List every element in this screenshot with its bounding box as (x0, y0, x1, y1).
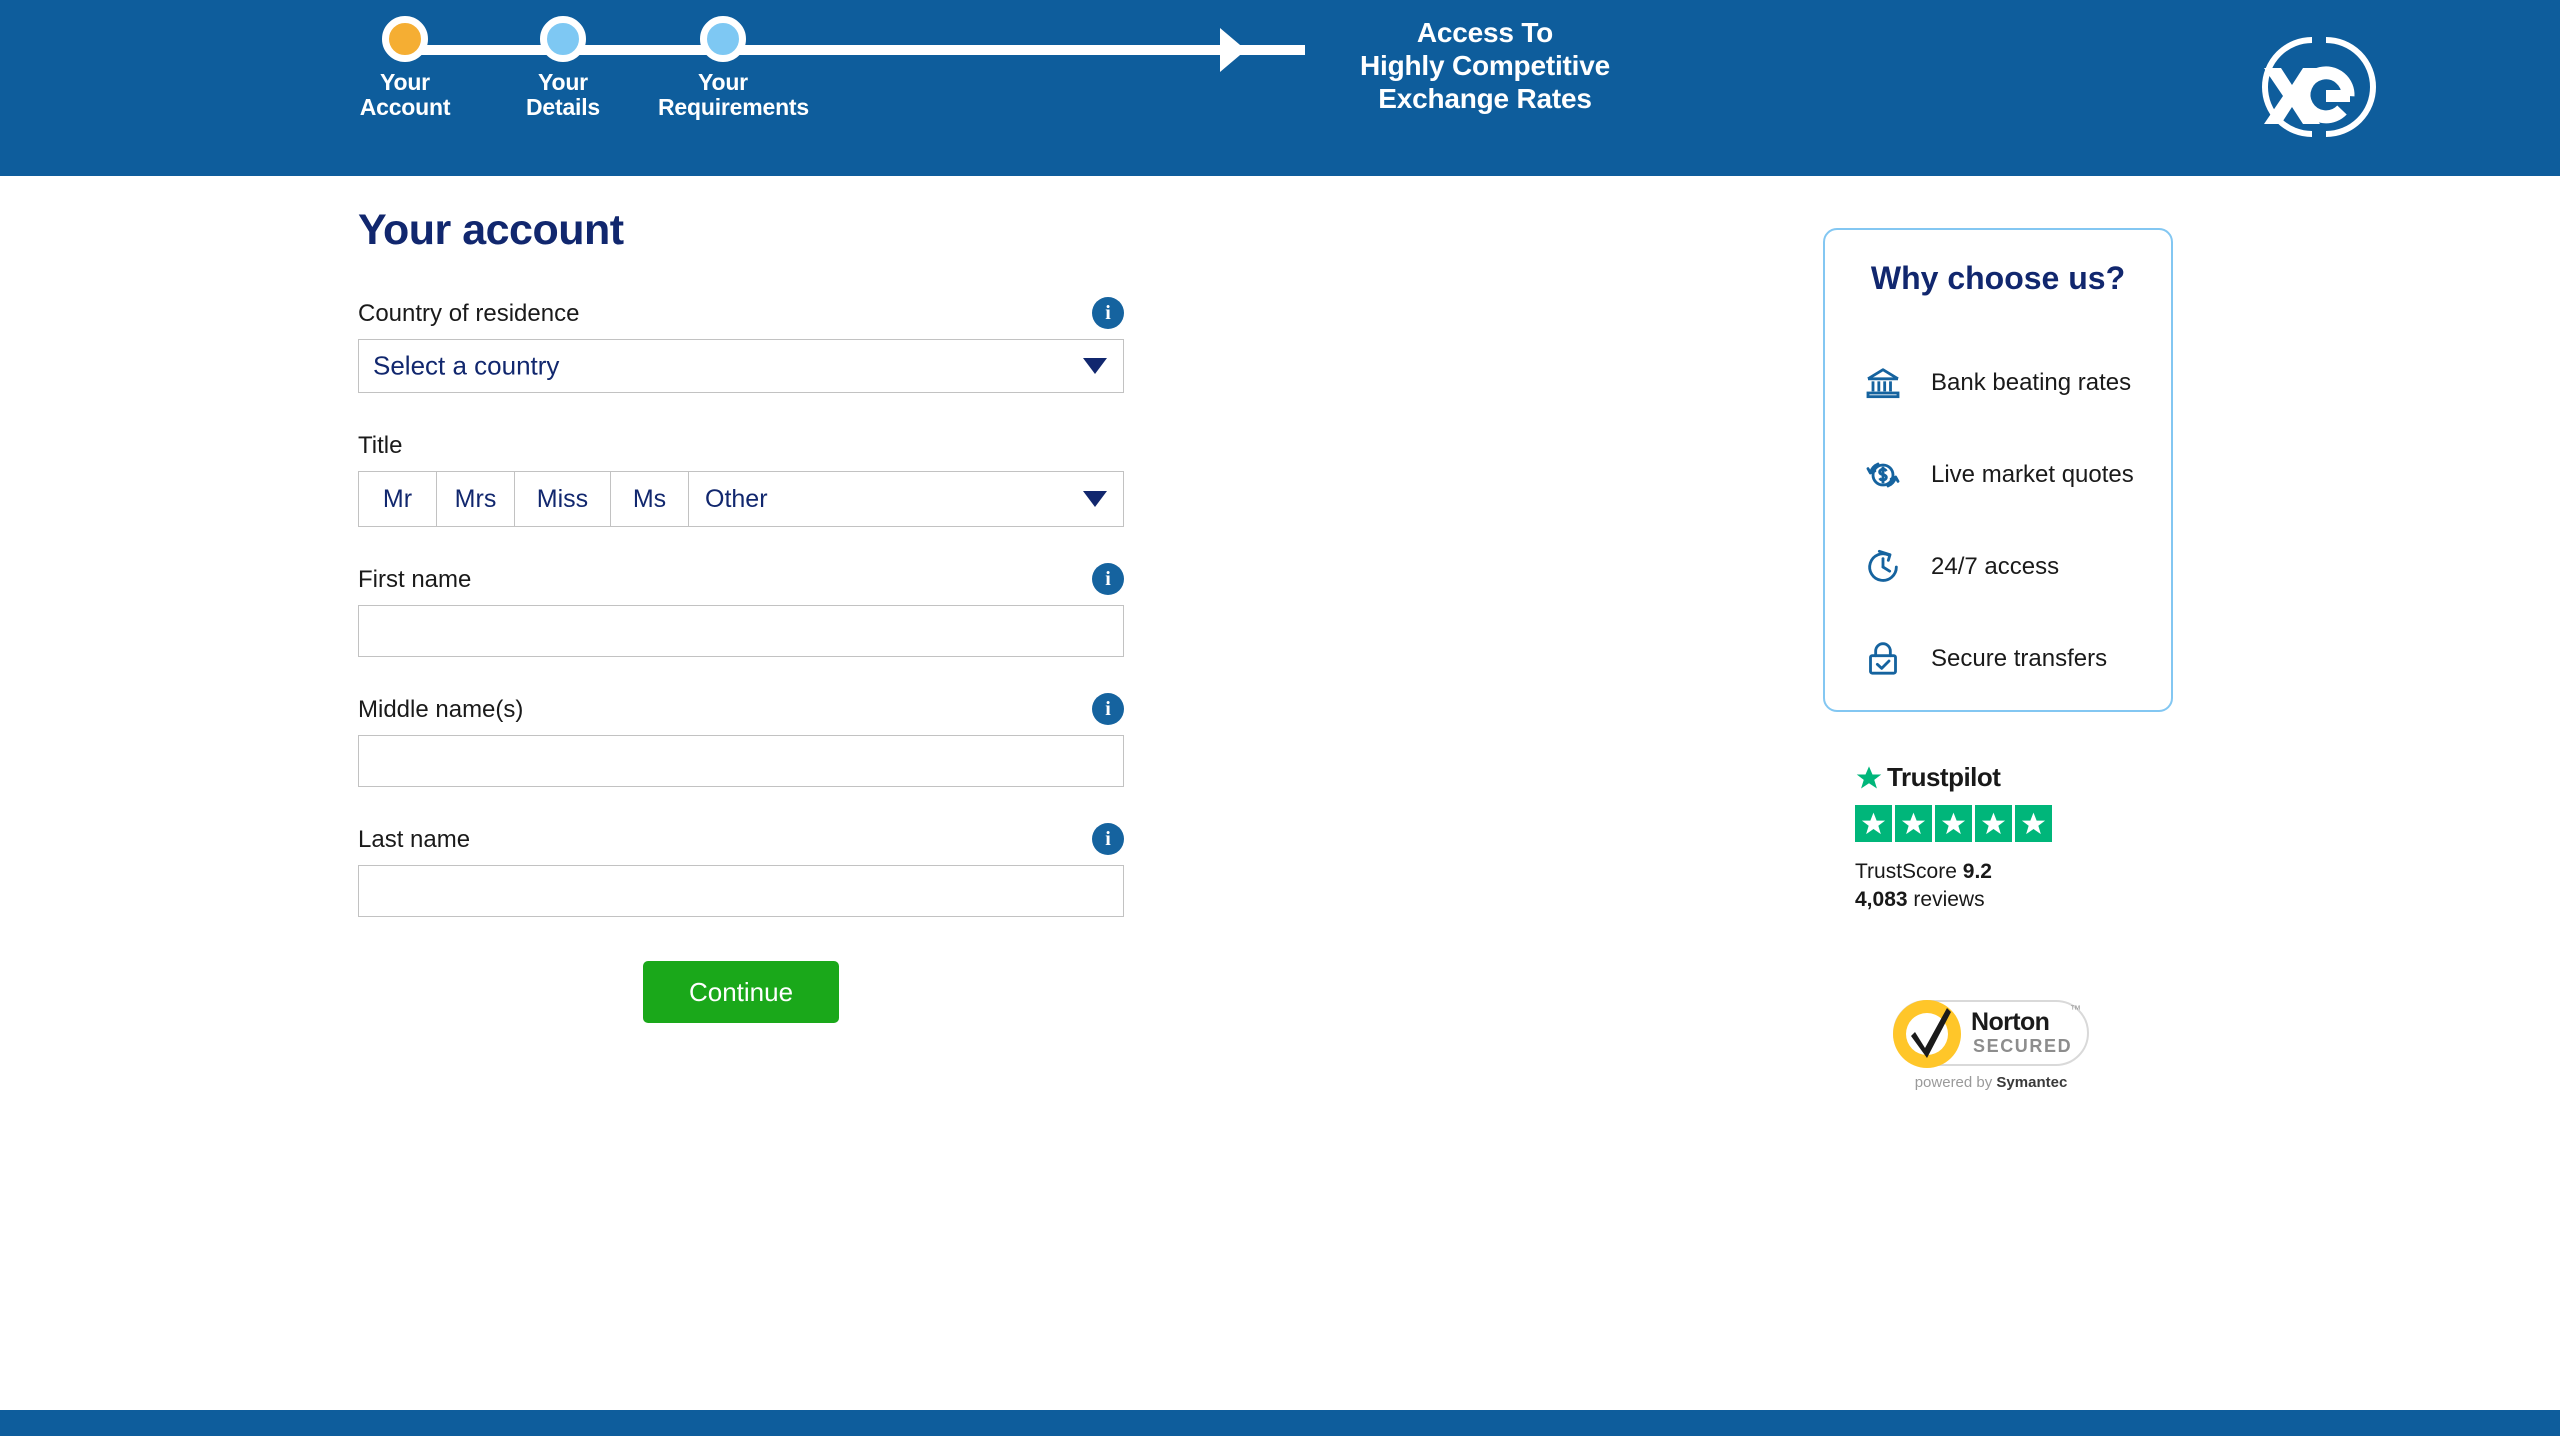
why-item-label: Live market quotes (1931, 461, 2134, 488)
step-label-account: Your Account (340, 70, 470, 120)
step-your-account[interactable]: Your Account (340, 16, 470, 120)
trustpilot-widget[interactable]: Trustpilot TrustScore 9.2 4,083 reviews (1855, 762, 2155, 914)
account-form: Your account Country of residence i Sele… (358, 206, 1124, 1023)
info-icon[interactable]: i (1092, 563, 1124, 595)
trustpilot-brand-name: Trustpilot (1887, 762, 2001, 792)
trustscore-label: TrustScore (1855, 860, 1957, 883)
trustpilot-score-line: TrustScore 9.2 (1855, 858, 2155, 886)
chevron-down-icon (1083, 358, 1107, 374)
step-label-line2: Requirements (658, 94, 809, 120)
title-option-group: Mr Mrs Miss Ms Other (358, 471, 1124, 527)
norton-powered-by: powered by Symantec (1893, 1074, 2089, 1091)
page-footer (0, 1410, 2560, 1436)
step-label-line1: Your (698, 69, 748, 95)
why-item-secure-transfers: Secure transfers (1825, 613, 2171, 705)
why-choose-us-title: Why choose us? (1870, 260, 2126, 296)
norton-secured-badge[interactable]: Norton SECURED ™ powered by Symantec (1893, 1000, 2113, 1091)
step-label-details: Your Details (498, 70, 628, 120)
chevron-down-icon (1083, 491, 1107, 507)
clock-icon (1861, 545, 1905, 589)
star-icon (1975, 805, 2012, 842)
field-middle-name: Middle name(s) i (358, 693, 1124, 787)
step-label-line2: Account (359, 94, 451, 120)
last-name-label: Last name (358, 826, 471, 853)
step-your-details[interactable]: Your Details (498, 16, 628, 120)
step-label-line1: Your (538, 69, 588, 95)
step-your-requirements[interactable]: Your Requirements (658, 16, 809, 120)
middle-name-input[interactable] (358, 735, 1124, 787)
why-item-live-market-quotes: Live market quotes (1825, 429, 2171, 521)
norton-wordmark: Norton (1971, 1008, 2050, 1036)
header-tagline: Access To Highly Competitive Exchange Ra… (1255, 16, 1715, 115)
why-item-label: 24/7 access (1931, 553, 2060, 580)
trustpilot-stars (1855, 805, 2155, 842)
info-icon[interactable]: i (1092, 297, 1124, 329)
sidebar: Why choose us? Bank beating rates Live m… (1823, 228, 2173, 712)
live-quotes-icon (1861, 453, 1905, 497)
star-icon (2015, 805, 2052, 842)
title-option-mrs[interactable]: Mrs (437, 472, 515, 526)
title-option-other-label: Other (705, 484, 768, 513)
powered-by-prefix: powered by (1914, 1074, 1997, 1091)
info-icon[interactable]: i (1092, 693, 1124, 725)
tagline-line3: Exchange Rates (1378, 83, 1592, 114)
why-item-bank-beating-rates: Bank beating rates (1825, 337, 2171, 429)
why-item-label: Bank beating rates (1931, 369, 2132, 396)
trademark-symbol: ™ (2070, 1004, 2081, 1016)
reviews-label: reviews (1913, 888, 1985, 911)
title-label: Title (358, 432, 403, 459)
country-label: Country of residence (358, 300, 580, 327)
title-option-other-select[interactable]: Other (689, 472, 1123, 526)
xe-logo[interactable] (2252, 30, 2382, 145)
symantec-brand: Symantec (1996, 1074, 2068, 1091)
title-option-miss[interactable]: Miss (515, 472, 611, 526)
country-select[interactable]: Select a country (358, 339, 1124, 393)
last-name-input[interactable] (358, 865, 1124, 917)
title-option-mr[interactable]: Mr (359, 472, 437, 526)
field-country-of-residence: Country of residence i Select a country (358, 297, 1124, 393)
first-name-input[interactable] (358, 605, 1124, 657)
why-item-24-7-access: 24/7 access (1825, 521, 2171, 613)
info-icon[interactable]: i (1092, 823, 1124, 855)
step-label-requirements: Your Requirements (658, 69, 809, 120)
trustpilot-star-icon (1856, 765, 1882, 788)
country-select-value: Select a country (373, 350, 560, 381)
star-icon (1855, 805, 1892, 842)
continue-button[interactable]: Continue (643, 961, 839, 1023)
page-header: Your Account Your Details Your Requireme… (0, 0, 2560, 176)
field-last-name: Last name i (358, 823, 1124, 917)
title-option-ms[interactable]: Ms (611, 472, 689, 526)
trustpilot-brand: Trustpilot (1855, 762, 2155, 793)
trustscore-value: 9.2 (1962, 860, 1992, 883)
field-first-name: First name i (358, 563, 1124, 657)
field-title: Title Mr Mrs Miss Ms Other (358, 431, 1124, 527)
middle-name-label: Middle name(s) (358, 696, 524, 723)
step-dot-active-icon (382, 16, 428, 62)
tagline-line2: Highly Competitive (1360, 50, 1610, 81)
reviews-count: 4,083 (1855, 888, 1908, 911)
star-icon (1935, 805, 1972, 842)
page-title: Your account (358, 206, 624, 254)
bank-icon (1861, 361, 1905, 405)
norton-badge-pill: Norton SECURED ™ (1893, 1000, 2089, 1068)
progress-stepper: Your Account Your Details Your Requireme… (340, 0, 1305, 176)
star-icon (1895, 805, 1932, 842)
lock-check-icon (1861, 637, 1905, 681)
step-label-line2: Details (525, 94, 601, 120)
step-label-line1: Your (380, 69, 430, 95)
submit-row: Continue (358, 961, 1124, 1023)
first-name-label: First name (358, 566, 472, 593)
norton-secured-text: SECURED (1973, 1036, 2073, 1056)
step-dot-icon (540, 16, 586, 62)
stepper-arrow-icon (1220, 28, 1246, 72)
why-item-label: Secure transfers (1931, 645, 2108, 672)
why-choose-us-card: Why choose us? Bank beating rates Live m… (1823, 228, 2173, 712)
tagline-line1: Access To (1416, 17, 1554, 48)
norton-checkmark-icon (1911, 1008, 1951, 1058)
step-dot-icon (700, 16, 746, 62)
trustpilot-reviews-line: 4,083 reviews (1855, 886, 2155, 914)
